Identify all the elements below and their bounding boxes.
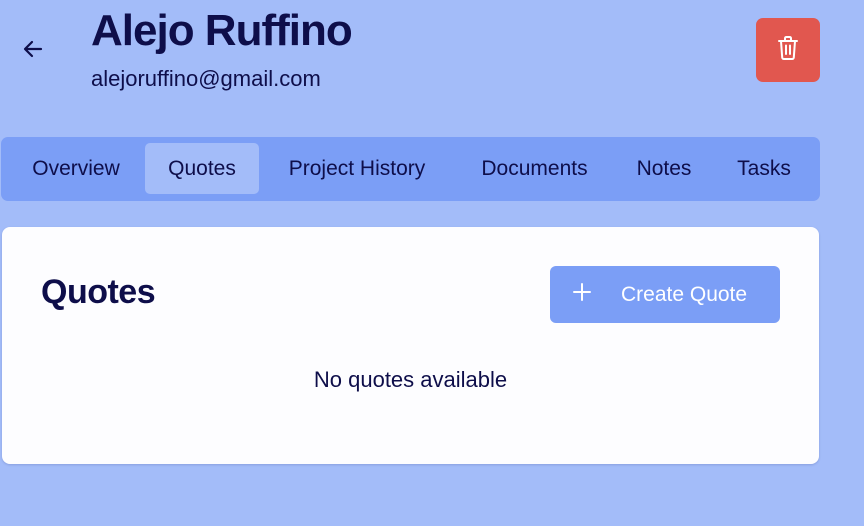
contact-name: Alejo Ruffino — [91, 6, 353, 55]
tab-documents[interactable]: Documents — [461, 143, 608, 194]
trash-icon — [777, 35, 799, 66]
section-title: Quotes — [41, 273, 156, 311]
empty-state-message: No quotes available — [313, 367, 508, 392]
plus-icon — [570, 280, 594, 304]
tab-project-history[interactable]: Project History — [266, 143, 448, 194]
tab-overview[interactable]: Overview — [12, 143, 140, 194]
tab-tasks[interactable]: Tasks — [720, 143, 808, 194]
tab-bar: Overview Quotes Project History Document… — [1, 137, 820, 201]
back-button[interactable] — [18, 36, 48, 66]
quotes-card: Quotes Create Quote No quotes available — [2, 227, 819, 464]
create-quote-button[interactable]: Create Quote — [550, 266, 780, 323]
tab-notes[interactable]: Notes — [620, 143, 708, 194]
create-quote-label: Create Quote — [621, 283, 748, 306]
delete-contact-button[interactable] — [756, 18, 820, 82]
contact-email: alejoruffino@gmail.com — [91, 66, 321, 91]
arrow-left-icon — [22, 38, 44, 65]
tab-quotes[interactable]: Quotes — [145, 143, 259, 194]
